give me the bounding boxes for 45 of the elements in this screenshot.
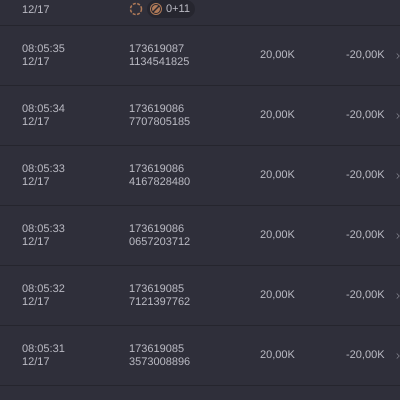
net-amount-text: -20,00K (346, 49, 386, 62)
net-amount-text: -20,00K (346, 349, 386, 362)
net-amount-text: -20,00K (346, 289, 386, 302)
transaction-row[interactable]: 08:05:34 12/17 173619086 7707805185 20,00K -20,00K (0, 86, 400, 146)
id-text: 0657203712 (129, 236, 192, 248)
transaction-row[interactable]: 08:05:31 12/17 173619085 3573008896 20,00K -20,00K (0, 326, 400, 386)
id-text: 173619086 (129, 162, 186, 176)
time-text: 08:05:33 (22, 162, 66, 176)
id-text: 173619086 (129, 222, 186, 236)
id-text: 173619087 (129, 42, 186, 56)
id-text: 3573008896 (129, 356, 192, 368)
amount-text: 20,00K (260, 289, 296, 302)
badge: 0+11 (147, 0, 195, 18)
time-text: 08:05:32 (22, 282, 66, 296)
date-text: 12/17 (22, 356, 51, 368)
transaction-row[interactable]: 08:05:33 12/17 173619086 0657203712 20,00K -20,00K (0, 206, 400, 266)
id-text: 173619085 (129, 282, 186, 296)
amount-text: 20,00K (260, 349, 296, 362)
date-text: 12/17 (22, 56, 51, 68)
amount-text: 20,00K (260, 169, 296, 182)
transaction-row[interactable]: 08:05:32 12/17 173619085 7121397762 20,00K -20,00K (0, 266, 400, 326)
id-text: 4167828480 (129, 176, 192, 188)
refresh-icon (129, 2, 143, 16)
time-text: 08:05:35 (22, 42, 66, 56)
id-text: 173619086 (129, 102, 186, 116)
transaction-row[interactable]: 08:05:33 12/17 173619086 4167828480 20,00K -20,00K (0, 146, 400, 206)
date-text: 12/17 (22, 236, 51, 248)
net-amount-text: -20,00K (346, 109, 386, 122)
net-amount-text: -20,00K (346, 229, 386, 242)
amount-text: 20,00K (260, 109, 296, 122)
time-text: 08:05:34 (22, 102, 66, 116)
date-text: 12/17 (22, 4, 51, 17)
transaction-row[interactable]: 08:05:35 12/17 173619087 1134541825 20,00K -20,00K (0, 26, 400, 86)
id-text: 7121397762 (129, 296, 192, 308)
date-text: 12/17 (22, 116, 51, 128)
time-text: 08:05:33 (22, 222, 66, 236)
net-amount-text: -20,00K (346, 169, 386, 182)
date-text: 12/17 (22, 176, 51, 188)
amount-text: 20,00K (260, 49, 296, 62)
time-text: 08:05:31 (22, 342, 66, 356)
id-text: 7707805185 (129, 116, 192, 128)
date-text: 12/17 (22, 296, 51, 308)
id-text: 1134541825 (129, 56, 190, 68)
amount-text: 20,00K (260, 229, 296, 242)
id-text: 173619085 (129, 342, 186, 356)
